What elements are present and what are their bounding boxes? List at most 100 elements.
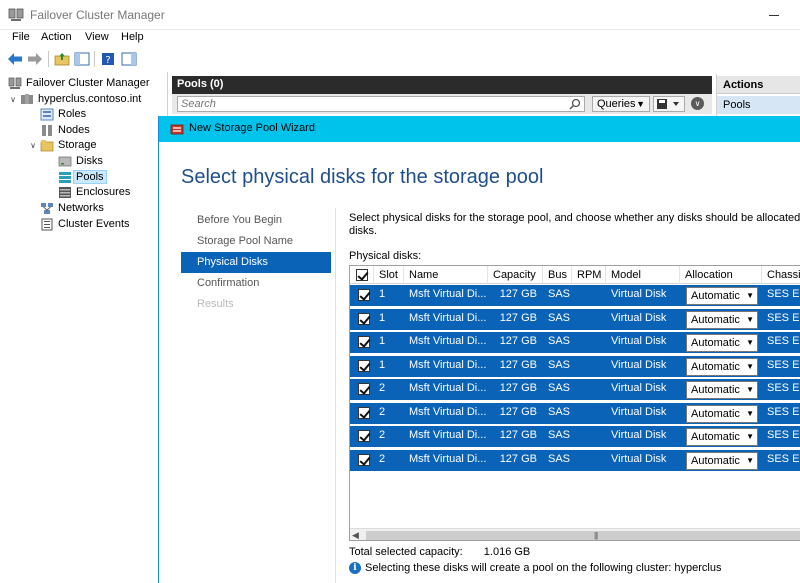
column-header-name[interactable]: Name — [404, 266, 488, 284]
header-select-all[interactable] — [350, 266, 374, 284]
column-header-allocation[interactable]: Allocation — [680, 266, 762, 284]
back-arrow-icon — [8, 53, 22, 65]
tree-item-storage[interactable]: ∨ Storage — [28, 137, 97, 153]
dropdown-arrow-icon: ▼ — [746, 385, 754, 394]
actions-item-pools[interactable]: Pools — [717, 96, 800, 114]
menu-help[interactable]: Help — [121, 31, 144, 43]
disk-row[interactable]: 1 Msft Virtual Di... 127 GB SAS Virtual … — [350, 285, 800, 306]
tree-item-cluster[interactable]: ∨ hyperclus.contoso.int — [8, 91, 141, 107]
menu-bar: File Action View Help — [0, 30, 800, 46]
step-before-you-begin[interactable]: Before You Begin — [181, 210, 331, 231]
info-text: Selecting these disks will create a pool… — [365, 562, 722, 574]
cell-slot: 1 — [379, 359, 386, 371]
allocation-select[interactable]: Automatic ▼ — [686, 405, 758, 423]
cell-capacity: 127 GB — [499, 335, 537, 347]
cell-capacity: 127 GB — [499, 359, 537, 371]
window-title: Failover Cluster Manager — [30, 8, 165, 22]
window-titlebar: Failover Cluster Manager — [0, 0, 800, 30]
disk-checkbox[interactable] — [358, 383, 370, 395]
column-header-rpm[interactable]: RPM — [572, 266, 606, 284]
search-icon[interactable] — [569, 98, 581, 110]
disk-row[interactable]: 2 Msft Virtual Di... 127 GB SAS Virtual … — [350, 426, 800, 447]
forward-button[interactable] — [26, 50, 44, 68]
disk-checkbox[interactable] — [358, 336, 370, 348]
disks-icon — [58, 156, 72, 166]
dropdown-arrow-icon: ▼ — [746, 362, 754, 371]
disk-checkbox[interactable] — [358, 313, 370, 325]
menu-file[interactable]: File — [12, 31, 30, 43]
tree-item-enclosures[interactable]: Enclosures — [58, 184, 130, 200]
action-pane-icon — [121, 52, 137, 66]
step-storage-pool-name[interactable]: Storage Pool Name — [181, 231, 331, 252]
cell-rpm — [572, 426, 606, 447]
column-header-chassis[interactable]: Chassis — [762, 266, 800, 284]
tree-label: Disks — [76, 155, 103, 167]
cell-name: Msft Virtual Di... — [409, 288, 487, 300]
disk-row[interactable]: 2 Msft Virtual Di... 127 GB SAS Virtual … — [350, 379, 800, 400]
tree-label: Storage — [58, 139, 97, 151]
allocation-select[interactable]: Automatic ▼ — [686, 358, 758, 376]
info-message: i Selecting these disks will create a po… — [349, 562, 721, 574]
column-header-capacity[interactable]: Capacity — [488, 266, 543, 284]
cell-slot: 1 — [379, 312, 386, 324]
queries-button[interactable]: Queries ▼ — [592, 96, 650, 112]
disk-row[interactable]: 1 Msft Virtual Di... 127 GB SAS Virtual … — [350, 309, 800, 330]
disk-checkbox[interactable] — [358, 289, 370, 301]
actions-header: Actions — [717, 76, 800, 94]
enclosures-icon — [59, 186, 71, 198]
disk-checkbox[interactable] — [358, 407, 370, 419]
dropdown-arrow-icon: ▼ — [746, 409, 754, 418]
allocation-select[interactable]: Automatic ▼ — [686, 381, 758, 399]
step-confirmation[interactable]: Confirmation — [181, 273, 331, 294]
tree-item-networks[interactable]: Networks — [40, 200, 104, 216]
show-hide-action-pane-button[interactable] — [120, 50, 138, 68]
tree-item-cluster-events[interactable]: Cluster Events — [40, 216, 130, 232]
tree-item-root[interactable]: Failover Cluster Manager — [8, 75, 150, 91]
disk-row[interactable]: 2 Msft Virtual Di... 127 GB SAS Virtual … — [350, 403, 800, 424]
tree-item-roles[interactable]: Roles — [40, 106, 86, 122]
cell-capacity: 127 GB — [499, 288, 537, 300]
step-results: Results — [197, 298, 234, 310]
intro-line: disks. — [349, 225, 378, 237]
allocation-select[interactable]: Automatic ▼ — [686, 334, 758, 352]
collapse-icon[interactable]: ∨ — [691, 97, 704, 110]
disk-row[interactable]: 1 Msft Virtual Di... 127 GB SAS Virtual … — [350, 356, 800, 377]
menu-view[interactable]: View — [85, 31, 109, 43]
save-query-button[interactable] — [653, 96, 685, 112]
column-header-bus[interactable]: Bus — [543, 266, 572, 284]
column-header-model[interactable]: Model — [606, 266, 680, 284]
allocation-select[interactable]: Automatic ▼ — [686, 287, 758, 305]
up-level-button[interactable] — [53, 50, 71, 68]
cell-chassis: SES Enc — [767, 359, 800, 371]
menu-action[interactable]: Action — [41, 31, 72, 43]
minimize-button[interactable] — [764, 6, 784, 24]
disk-checkbox[interactable] — [358, 454, 370, 466]
select-all-checkbox[interactable] — [356, 269, 368, 281]
disk-row[interactable]: 2 Msft Virtual Di... 127 GB SAS Virtual … — [350, 450, 800, 471]
chevron-down-icon[interactable]: ∨ — [8, 94, 18, 104]
column-header-slot[interactable]: Slot — [374, 266, 404, 284]
cell-slot: 1 — [379, 288, 386, 300]
scrollbar-thumb[interactable] — [366, 531, 800, 540]
tree-item-nodes[interactable]: Nodes — [40, 122, 90, 138]
allocation-select[interactable]: Automatic ▼ — [686, 428, 758, 446]
scroll-left-icon[interactable]: ◀ — [352, 529, 362, 540]
disk-checkbox[interactable] — [358, 430, 370, 442]
horizontal-scrollbar[interactable]: ◀ ||| — [350, 528, 800, 540]
back-button[interactable] — [6, 50, 24, 68]
search-box[interactable] — [177, 96, 585, 112]
tree-item-disks[interactable]: Disks — [58, 153, 103, 169]
chevron-down-icon[interactable]: ∨ — [28, 140, 38, 150]
disk-row[interactable]: 1 Msft Virtual Di... 127 GB SAS Virtual … — [350, 332, 800, 353]
allocation-select[interactable]: Automatic ▼ — [686, 311, 758, 329]
allocation-select[interactable]: Automatic ▼ — [686, 452, 758, 470]
tree-item-pools[interactable]: Pools — [58, 169, 107, 185]
search-input[interactable] — [178, 97, 564, 111]
cell-rpm — [572, 356, 606, 377]
cluster-events-icon — [41, 218, 53, 230]
dropdown-arrow-icon: ▼ — [746, 456, 754, 465]
disk-checkbox[interactable] — [358, 360, 370, 372]
step-physical-disks[interactable]: Physical Disks — [181, 252, 331, 273]
help-button[interactable]: ? — [99, 50, 117, 68]
show-hide-tree-button[interactable] — [73, 50, 91, 68]
